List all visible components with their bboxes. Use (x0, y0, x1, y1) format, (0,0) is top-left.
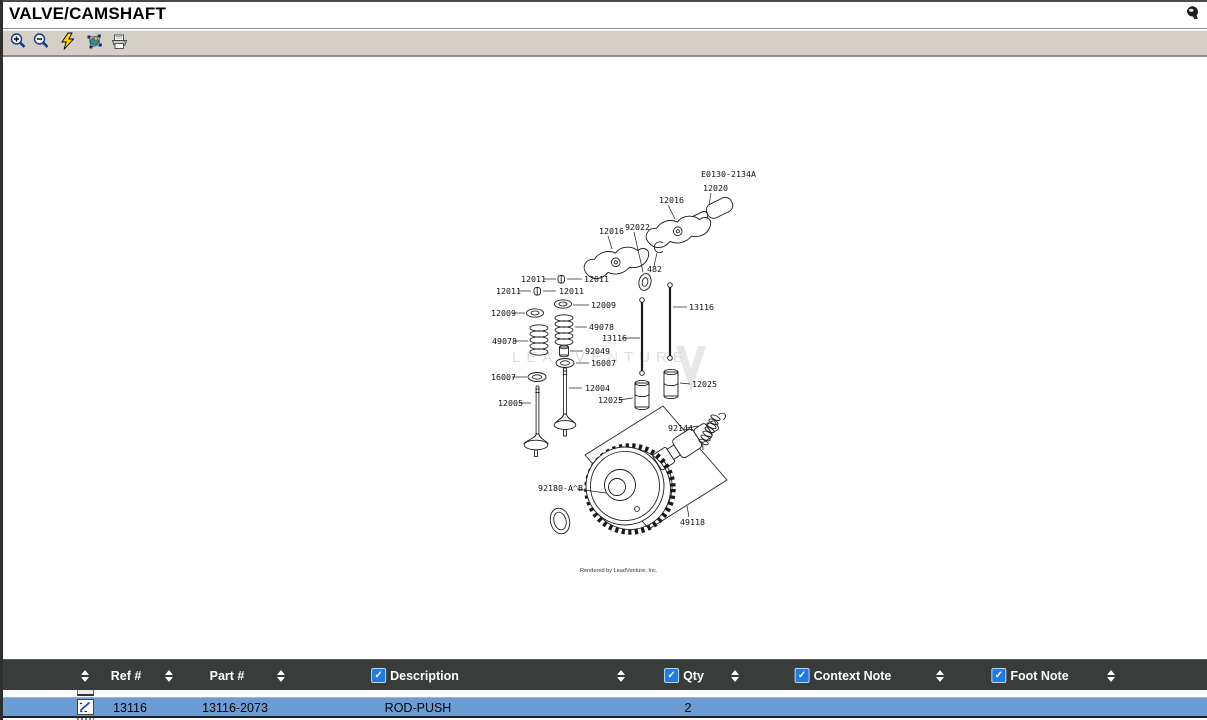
sort-icon[interactable] (165, 660, 173, 691)
cell-part: 13116-2073 (202, 698, 268, 717)
parts-table: Ref # Part # Description Qty Context Not… (0, 659, 1207, 720)
part-shape-12025-right[interactable] (664, 369, 678, 398)
part-label-49118[interactable]: 49118 (680, 517, 705, 527)
part-label-12009-left[interactable]: 12009 (491, 308, 516, 318)
sort-icon[interactable] (1107, 660, 1115, 691)
part-label-12009-right[interactable]: 12009 (591, 300, 616, 310)
part-label-12025-right[interactable]: 12025 (692, 379, 717, 389)
page-title: VALVE/CAMSHAFT (0, 4, 166, 24)
part-label-12011-b[interactable]: 12011 (584, 274, 609, 284)
part-shape-12011-b[interactable] (534, 288, 541, 296)
part-label-49078-left[interactable]: 49078 (492, 336, 517, 346)
edit-row-icon[interactable] (77, 699, 94, 715)
part-shape-49118[interactable] (585, 406, 727, 532)
part-label-12011-a[interactable]: 12011 (521, 274, 546, 284)
cell-ref: 13116 (113, 698, 147, 717)
zoom-out-button[interactable] (30, 32, 52, 54)
part-label-92049[interactable]: 92049 (585, 346, 610, 356)
description-checkbox[interactable] (371, 668, 386, 683)
render-credit: Rendered by LeadVenture, Inc. (580, 568, 658, 574)
part-label-13116-right[interactable]: 13116 (689, 302, 714, 312)
column-header-ref[interactable]: Ref # (111, 660, 142, 691)
qty-checkbox[interactable] (664, 668, 679, 683)
part-label-92180[interactable]: 92180-A^B (538, 483, 583, 493)
table-scroll-gap (0, 690, 1207, 697)
sort-icon[interactable] (731, 660, 739, 691)
toolbar (0, 30, 1207, 57)
print-icon (110, 33, 129, 54)
zoom-out-icon (32, 32, 51, 54)
sort-icon[interactable] (277, 660, 285, 691)
title-bar: VALVE/CAMSHAFT (0, 0, 1207, 29)
hotspots-button[interactable] (83, 32, 105, 54)
sort-icon[interactable] (81, 660, 89, 691)
column-header-part[interactable]: Part # (210, 660, 245, 691)
diagram-canvas: LEADVENTURE (0, 57, 1207, 659)
part-label-92144[interactable]: 92144 (668, 423, 693, 433)
part-shape-92049[interactable] (560, 345, 569, 357)
diagram-code-label: E0130-2134A (701, 169, 756, 179)
part-label-12020[interactable]: 12020 (703, 183, 728, 193)
part-shape-16007-right[interactable] (556, 359, 574, 368)
sort-icon[interactable] (617, 660, 625, 691)
part-label-92022[interactable]: 92022 (625, 222, 650, 232)
parts-diagram: LEADVENTURE (0, 57, 1207, 659)
column-header-qty[interactable]: Qty (664, 660, 704, 691)
part-label-12011-d[interactable]: 12011 (559, 286, 584, 296)
print-button[interactable] (108, 32, 130, 54)
part-shape-12004[interactable] (554, 368, 576, 436)
zoom-in-button[interactable] (7, 32, 29, 54)
part-label-12016-right[interactable]: 12016 (659, 195, 684, 205)
cell-qty: 2 (685, 698, 692, 717)
part-label-12004[interactable]: 12004 (585, 383, 610, 393)
part-shape-12009-left[interactable] (527, 309, 544, 317)
column-header-description[interactable]: Description (371, 660, 459, 691)
part-shape-92022[interactable] (637, 272, 652, 291)
window-left-border (0, 0, 3, 720)
table-header: Ref # Part # Description Qty Context Not… (0, 659, 1207, 690)
zoom-in-icon (9, 32, 28, 54)
table-row[interactable]: 13116 13116-2073 ROD-PUSH 2 (0, 697, 1207, 716)
previous-row-icon-fragment (77, 690, 94, 696)
part-label-482[interactable]: 482 (647, 264, 662, 274)
part-label-12005[interactable]: 12005 (498, 398, 523, 408)
column-header-foot-note[interactable]: Foot Note (991, 660, 1068, 691)
part-shape-12009-right[interactable] (555, 300, 572, 308)
column-header-context-note[interactable]: Context Note (795, 660, 892, 691)
sort-icon[interactable] (936, 660, 944, 691)
part-label-12011-c[interactable]: 12011 (496, 286, 521, 296)
part-label-12025-left[interactable]: 12025 (598, 395, 623, 405)
busy-cursor-icon (1183, 4, 1201, 22)
app-window: VALVE/CAMSHAFT (0, 0, 1207, 720)
part-shape-12025-left[interactable] (635, 380, 649, 409)
cell-description: ROD-PUSH (385, 698, 452, 717)
hotspots-icon (85, 32, 104, 54)
part-shape-12011-a[interactable] (558, 276, 565, 284)
part-label-12016-left[interactable]: 12016 (599, 226, 624, 236)
part-shape-49078-right[interactable] (555, 315, 573, 345)
part-label-49078-right[interactable]: 49078 (589, 322, 614, 332)
context-note-checkbox[interactable] (795, 668, 810, 683)
part-shape-12005[interactable] (524, 386, 548, 457)
part-label-16007-right[interactable]: 16007 (591, 358, 616, 368)
part-shape-92180[interactable] (548, 506, 573, 536)
part-label-16007-left[interactable]: 16007 (491, 372, 516, 382)
flash-button[interactable] (57, 32, 79, 54)
part-label-13116-left[interactable]: 13116 (602, 333, 627, 343)
window-top-border (0, 0, 1207, 2)
part-shape-16007-left[interactable] (528, 373, 546, 382)
foot-note-checkbox[interactable] (991, 668, 1006, 683)
flash-icon (60, 32, 77, 54)
